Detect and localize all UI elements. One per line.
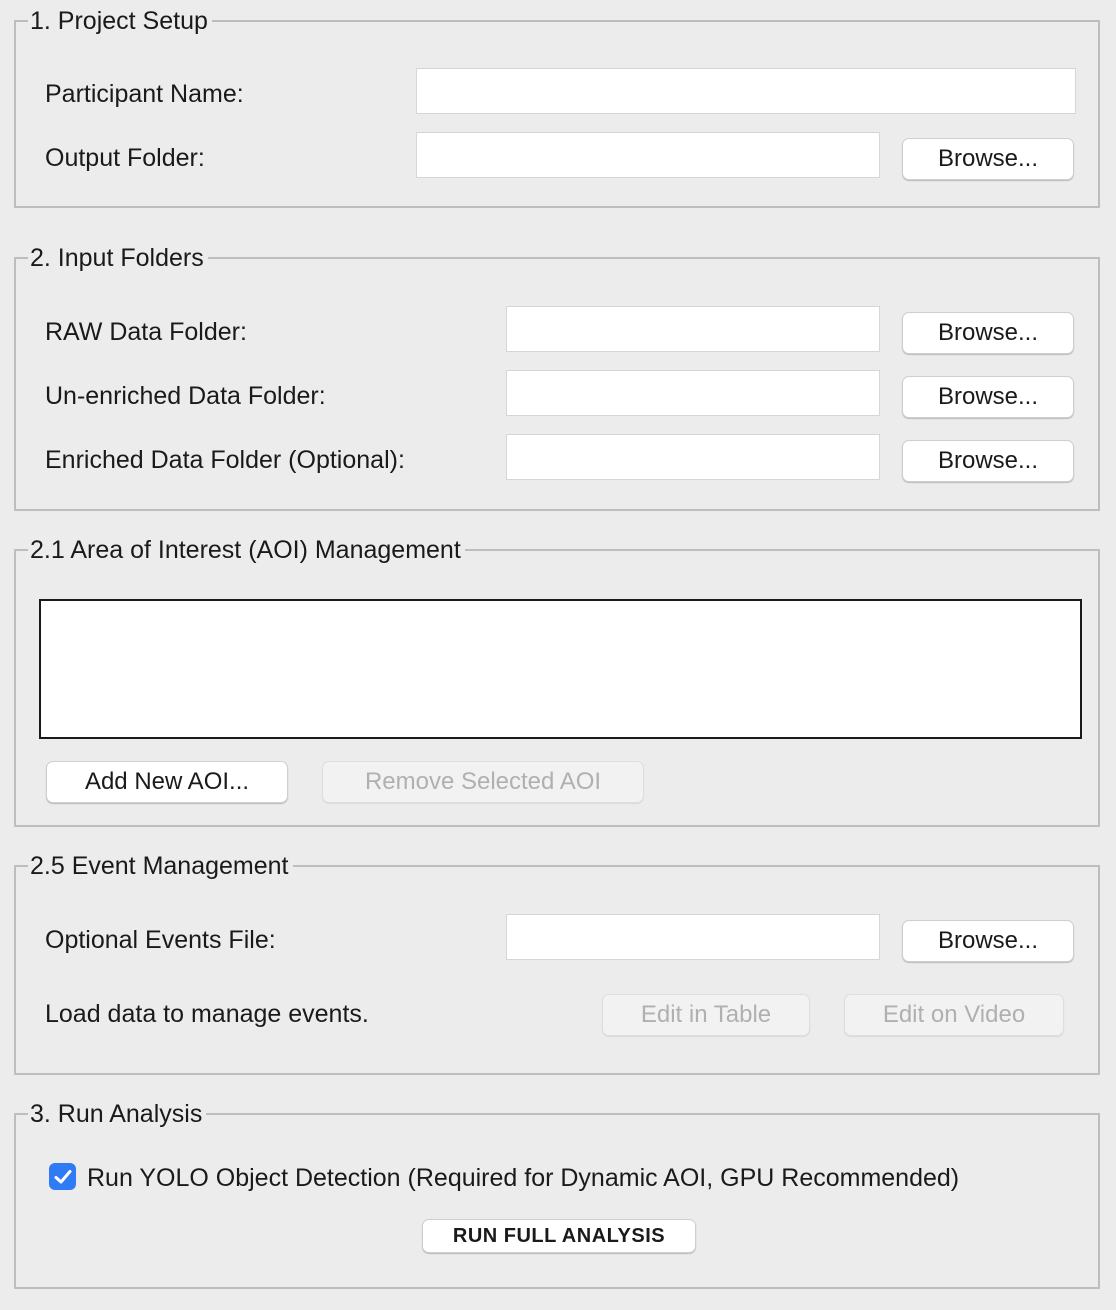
run-analysis-title: 3. Run Analysis — [28, 1099, 207, 1129]
input-folders-title: 2. Input Folders — [28, 243, 208, 273]
participant-name-label: Participant Name: — [45, 80, 244, 108]
optional-events-file-input[interactable] — [506, 914, 880, 960]
enriched-data-browse-button[interactable]: Browse... — [902, 440, 1074, 482]
aoi-management-title: 2.1 Area of Interest (AOI) Management — [28, 535, 465, 565]
checkmark-icon — [54, 1169, 71, 1183]
edit-on-video-button[interactable]: Edit on Video — [844, 994, 1064, 1036]
yolo-checkbox-label[interactable]: Run YOLO Object Detection (Required for … — [87, 1163, 959, 1193]
event-management-title: 2.5 Event Management — [28, 851, 293, 881]
edit-in-table-button[interactable]: Edit in Table — [602, 994, 810, 1036]
project-setup-group: 1. Project Setup Participant Name: Outpu… — [14, 6, 1100, 208]
yolo-checkbox[interactable] — [49, 1163, 76, 1190]
run-full-analysis-button[interactable]: RUN FULL ANALYSIS — [422, 1219, 696, 1253]
project-setup-title: 1. Project Setup — [28, 6, 212, 36]
output-folder-label: Output Folder: — [45, 144, 205, 172]
unenriched-data-browse-button[interactable]: Browse... — [902, 376, 1074, 418]
events-status-text: Load data to manage events. — [45, 1000, 369, 1028]
aoi-list[interactable] — [39, 599, 1082, 739]
run-analysis-group: 3. Run Analysis Run YOLO Object Detectio… — [14, 1099, 1100, 1289]
enriched-data-folder-label: Enriched Data Folder (Optional): — [45, 446, 405, 474]
events-file-browse-button[interactable]: Browse... — [902, 920, 1074, 962]
add-new-aoi-button[interactable]: Add New AOI... — [46, 761, 288, 803]
unenriched-data-folder-input[interactable] — [506, 370, 880, 416]
participant-name-input[interactable] — [416, 68, 1076, 114]
unenriched-data-folder-label: Un-enriched Data Folder: — [45, 382, 326, 410]
raw-data-folder-label: RAW Data Folder: — [45, 318, 247, 346]
optional-events-file-label: Optional Events File: — [45, 926, 276, 954]
input-folders-group: 2. Input Folders RAW Data Folder: Browse… — [14, 243, 1100, 511]
remove-selected-aoi-button[interactable]: Remove Selected AOI — [322, 761, 644, 803]
output-folder-input[interactable] — [416, 132, 880, 178]
event-management-group: 2.5 Event Management Optional Events Fil… — [14, 851, 1100, 1075]
raw-data-folder-input[interactable] — [506, 306, 880, 352]
raw-data-browse-button[interactable]: Browse... — [902, 312, 1074, 354]
aoi-management-group: 2.1 Area of Interest (AOI) Management Ad… — [14, 535, 1100, 827]
enriched-data-folder-input[interactable] — [506, 434, 880, 480]
output-folder-browse-button[interactable]: Browse... — [902, 138, 1074, 180]
